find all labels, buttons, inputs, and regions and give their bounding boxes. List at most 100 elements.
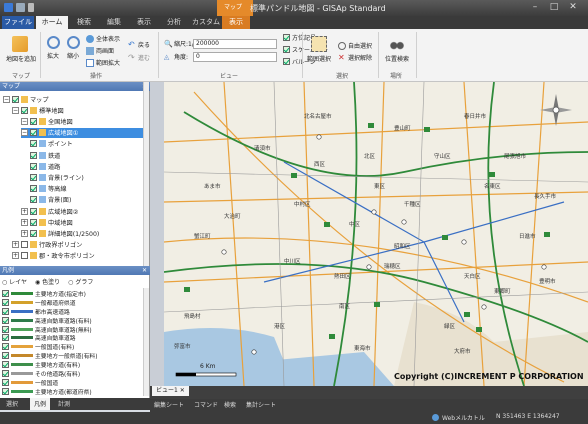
panel-tab-select[interactable]: 選択 bbox=[6, 399, 18, 408]
layer-visibility-checkbox[interactable] bbox=[30, 117, 37, 125]
scale-bar-checkbox[interactable] bbox=[283, 46, 290, 53]
legend-item[interactable]: 主要地方道(指定市) bbox=[2, 289, 144, 298]
tree-scrollbar[interactable] bbox=[143, 82, 149, 266]
legend-item[interactable]: 一般国道(有料) bbox=[2, 342, 144, 351]
radio-graph[interactable]: ○ グラフ bbox=[68, 277, 93, 286]
expand-toggle-icon[interactable]: − bbox=[21, 117, 28, 125]
legend-item-checkbox[interactable] bbox=[2, 325, 9, 333]
map-view[interactable]: 北名古屋市 豊山町 春日井市 清須市 西区 北区 守山区 あま市 中村区 東区 千種区 名東区 中区 昭和… bbox=[164, 82, 588, 386]
range-zoom-button[interactable]: 範囲拡大 bbox=[86, 58, 120, 67]
range-select-button[interactable]: 範囲選択 bbox=[306, 36, 332, 63]
add-map-button[interactable]: 地図を追加 bbox=[6, 36, 36, 63]
radio-color[interactable]: ◉ 色塗り bbox=[35, 277, 60, 286]
layer-tree-item[interactable]: − 広域地図① bbox=[21, 127, 143, 138]
zoom-out-button[interactable]: 縮小 bbox=[64, 36, 82, 60]
layer-visibility-checkbox[interactable] bbox=[21, 106, 28, 114]
legend-item[interactable]: 主要地方一般県道(有料) bbox=[2, 351, 144, 360]
legend-item-checkbox[interactable] bbox=[2, 343, 9, 351]
legend-item-checkbox[interactable] bbox=[2, 289, 9, 297]
legend-item[interactable]: 都市高速道路 bbox=[2, 307, 144, 316]
legend-item[interactable]: 高速自動車道路(有料) bbox=[2, 316, 144, 325]
zoom-in-button[interactable]: 拡大 bbox=[44, 36, 62, 60]
panel-tab-legend[interactable]: 凡例 bbox=[30, 398, 51, 410]
layer-tree-item[interactable]: − 標準地図 bbox=[12, 105, 64, 115]
layer-visibility-checkbox[interactable] bbox=[30, 140, 37, 148]
tab-display[interactable]: 表示 bbox=[130, 16, 158, 29]
balloon-checkbox[interactable] bbox=[283, 58, 290, 65]
layer-visibility-checkbox[interactable] bbox=[30, 162, 37, 170]
legend-item-checkbox[interactable] bbox=[2, 316, 9, 324]
undo-icon[interactable] bbox=[28, 3, 34, 12]
tab-search[interactable]: 検索 bbox=[70, 16, 98, 29]
legend-item-checkbox[interactable] bbox=[2, 298, 9, 306]
expand-toggle-icon[interactable]: + bbox=[21, 218, 28, 226]
legend-item[interactable]: 高速自動車道路 bbox=[2, 334, 144, 342]
maximize-button[interactable]: □ bbox=[547, 1, 561, 14]
legend-item-checkbox[interactable] bbox=[2, 352, 9, 360]
tab-edit[interactable]: 編集 bbox=[100, 16, 128, 29]
sheet-tab-search[interactable]: 検索 bbox=[224, 399, 236, 413]
location-search-button[interactable]: 位置検索 bbox=[382, 36, 412, 63]
layer-tree-item[interactable]: − マップ bbox=[3, 94, 49, 104]
north-arrow-checkbox[interactable] bbox=[283, 34, 290, 41]
legend-scrollbar[interactable] bbox=[143, 288, 149, 396]
back-button[interactable]: ↶ 戻る bbox=[128, 40, 150, 49]
layer-visibility-checkbox[interactable] bbox=[30, 129, 37, 137]
layer-tree-item[interactable]: 等高線 bbox=[30, 184, 67, 194]
layer-tree-item[interactable]: + 行政界ポリゴン bbox=[12, 240, 82, 250]
panel-tab-measure[interactable]: 計測 bbox=[58, 399, 70, 408]
layer-visibility-checkbox[interactable] bbox=[21, 241, 28, 249]
layer-visibility-checkbox[interactable] bbox=[30, 207, 37, 215]
layer-tree-item[interactable]: + 詳細地図(1/2500) bbox=[21, 228, 99, 238]
layer-tree-item[interactable]: + 広域地図② bbox=[21, 206, 78, 216]
scale-input[interactable]: 200000 bbox=[193, 39, 277, 49]
legend-item-checkbox[interactable] bbox=[2, 334, 9, 342]
legend-item[interactable]: 高速自動車道路(無料) bbox=[2, 325, 144, 334]
tab-analysis[interactable]: 分析 bbox=[160, 16, 188, 29]
legend-item-checkbox[interactable] bbox=[2, 387, 9, 395]
expand-toggle-icon[interactable]: + bbox=[21, 229, 28, 237]
save-icon[interactable] bbox=[16, 3, 25, 12]
layer-tree-item[interactable]: 鉄道 bbox=[30, 150, 60, 160]
layer-visibility-checkbox[interactable] bbox=[30, 196, 37, 204]
layer-visibility-checkbox[interactable] bbox=[30, 229, 37, 237]
full-view-button[interactable]: 全体表示 bbox=[86, 34, 120, 43]
tab-map-display[interactable]: 表示 bbox=[222, 16, 250, 29]
legend-item-checkbox[interactable] bbox=[2, 307, 9, 315]
layer-tree-item[interactable]: 道路 bbox=[30, 161, 60, 171]
layer-visibility-checkbox[interactable] bbox=[21, 252, 28, 260]
expand-toggle-icon[interactable]: − bbox=[3, 95, 10, 103]
expand-toggle-icon[interactable]: − bbox=[12, 106, 19, 114]
forward-button[interactable]: ↷ 進む bbox=[128, 53, 150, 62]
legend-item-checkbox[interactable] bbox=[2, 378, 9, 386]
sheet-tab-summary[interactable]: 集計シート bbox=[246, 399, 276, 413]
layer-tree-item[interactable]: 背景(面) bbox=[30, 195, 71, 205]
sheet-tab-edit[interactable]: 編集シート bbox=[154, 399, 184, 413]
layer-visibility-checkbox[interactable] bbox=[30, 185, 37, 193]
legend-item[interactable]: 一般都道府県道 bbox=[2, 298, 144, 307]
tab-home[interactable]: ホーム bbox=[36, 16, 68, 29]
expand-toggle-icon[interactable]: + bbox=[12, 241, 19, 249]
tab-custom[interactable]: カスタム bbox=[190, 16, 222, 29]
layer-tree-item[interactable]: + 郡・政令市ポリゴン bbox=[12, 251, 95, 261]
layer-tree-item[interactable]: ポイント bbox=[30, 139, 73, 149]
layer-visibility-checkbox[interactable] bbox=[12, 95, 19, 103]
minimize-button[interactable]: – bbox=[528, 1, 542, 14]
two-screens-button[interactable]: 両画面 bbox=[86, 46, 114, 55]
free-select-button[interactable]: 自由選択 bbox=[338, 41, 372, 50]
app-icon[interactable] bbox=[4, 3, 13, 12]
expand-toggle-icon[interactable]: + bbox=[21, 207, 28, 215]
expand-toggle-icon[interactable]: + bbox=[12, 252, 19, 260]
sheet-tab-command[interactable]: コマンド bbox=[194, 399, 218, 413]
clear-select-button[interactable]: ✕ 選択解除 bbox=[338, 53, 372, 62]
layer-tree-item[interactable]: 背景(ライン) bbox=[30, 172, 84, 182]
layer-visibility-checkbox[interactable] bbox=[30, 218, 37, 226]
angle-input[interactable]: 0 bbox=[193, 52, 277, 62]
view-tab[interactable]: ビュー1 ✕ bbox=[152, 386, 189, 396]
expand-toggle-icon[interactable]: − bbox=[21, 129, 28, 137]
legend-item[interactable]: 主要地方道(有料) bbox=[2, 360, 144, 369]
layer-visibility-checkbox[interactable] bbox=[30, 151, 37, 159]
legend-item-checkbox[interactable] bbox=[2, 370, 9, 378]
tab-file[interactable]: ファイル bbox=[2, 16, 34, 29]
radio-layer[interactable]: ○ レイヤ bbox=[2, 277, 27, 286]
